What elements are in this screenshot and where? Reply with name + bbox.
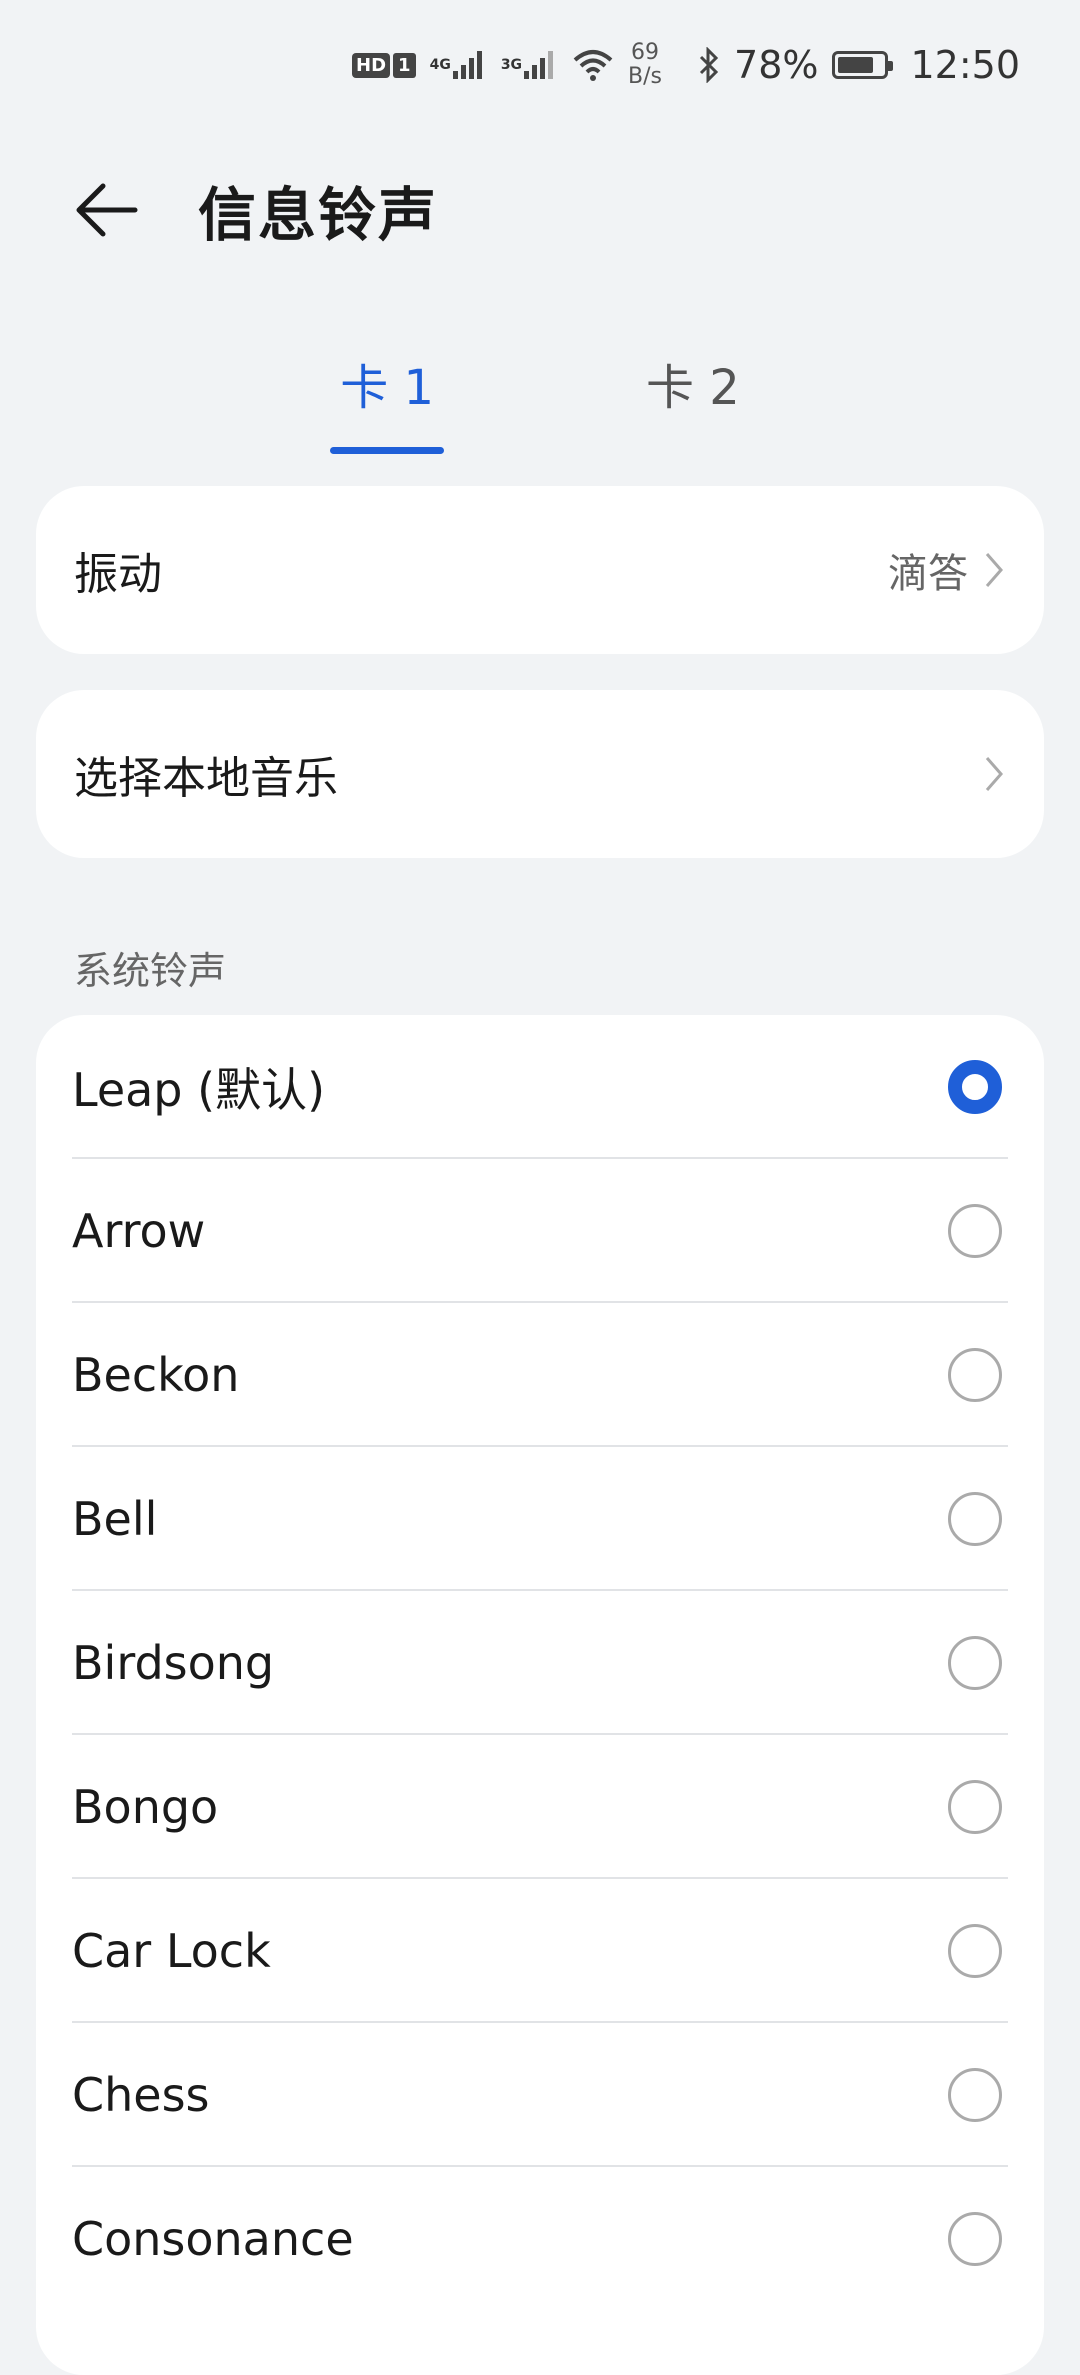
ringtone-item[interactable]: Car Lock: [72, 1879, 1008, 2023]
tab-sim2[interactable]: 卡 2: [640, 340, 746, 426]
vibration-value: 滴答: [888, 551, 968, 597]
ringtone-label: Car Lock: [72, 1924, 271, 1978]
ringtone-item[interactable]: Consonance: [72, 2167, 1008, 2311]
radio-button-selected[interactable]: [948, 1060, 1002, 1114]
tab-sim1[interactable]: 卡 1: [330, 340, 444, 454]
clock: 12:50: [910, 43, 1020, 87]
ringtone-label: Consonance: [72, 2212, 354, 2266]
ringtone-item[interactable]: Beckon: [72, 1303, 1008, 1447]
radio-button[interactable]: [948, 1636, 1002, 1690]
wifi-icon: [572, 48, 614, 82]
ringtone-item[interactable]: Arrow: [72, 1159, 1008, 1303]
chevron-right-icon: [985, 757, 1003, 791]
ringtone-label: Beckon: [72, 1348, 240, 1402]
speed-value: 69: [631, 40, 660, 65]
radio-button[interactable]: [948, 2212, 1002, 2266]
ringtone-item[interactable]: Leap (默认): [72, 1015, 1008, 1159]
network-speed: 69 B/s: [628, 41, 662, 89]
network-type-2: 3G: [500, 57, 523, 73]
local-music-row[interactable]: 选择本地音乐: [36, 690, 1044, 858]
hd-badge: HD: [352, 52, 391, 78]
ringtone-label: Bell: [72, 1492, 158, 1546]
speed-unit: B/s: [628, 64, 663, 89]
radio-button[interactable]: [948, 1204, 1002, 1258]
back-button[interactable]: [72, 175, 142, 245]
ringtone-item[interactable]: Birdsong: [72, 1591, 1008, 1735]
bluetooth-icon: [698, 47, 720, 83]
ringtone-label: Birdsong: [72, 1636, 275, 1690]
vibration-card: 振动 滴答: [36, 486, 1044, 654]
radio-button[interactable]: [948, 1924, 1002, 1978]
ringtone-label: Leap (默认): [72, 1063, 326, 1117]
vibration-row[interactable]: 振动 滴答: [36, 486, 1044, 654]
ringtone-label: Arrow: [72, 1204, 206, 1258]
ringtone-label: Chess: [72, 2068, 210, 2122]
ringtone-label: Bongo: [72, 1780, 219, 1834]
ringtone-item[interactable]: Chess: [72, 2023, 1008, 2167]
page-title: 信息铃声: [198, 181, 439, 249]
chevron-right-icon: [985, 553, 1003, 587]
sim-badge: 1: [393, 52, 416, 78]
back-arrow-icon: [76, 183, 138, 237]
local-music-card: 选择本地音乐: [36, 690, 1044, 858]
local-music-label: 选择本地音乐: [74, 753, 338, 804]
radio-button[interactable]: [948, 1348, 1002, 1402]
ringtone-list: Leap (默认) Arrow Beckon Bell Birdsong Bon…: [36, 1015, 1044, 2375]
radio-button[interactable]: [948, 2068, 1002, 2122]
battery-percent: 78%: [734, 43, 819, 87]
sim-tabs: 卡 1 卡 2: [0, 340, 1080, 454]
system-ringtones-title: 系统铃声: [74, 949, 227, 993]
signal-icon-sim2: 3G: [501, 49, 558, 81]
radio-button[interactable]: [948, 1492, 1002, 1546]
status-bar: HD 1 4G 3G 69 B/s 78% 12:50: [0, 0, 1080, 130]
battery-fill: [838, 57, 873, 73]
vibration-label: 振动: [74, 549, 162, 600]
battery-icon: [832, 51, 894, 79]
signal-icon-sim1: 4G: [430, 49, 487, 81]
ringtone-item[interactable]: Bell: [72, 1447, 1008, 1591]
ringtone-item[interactable]: Bongo: [72, 1735, 1008, 1879]
hd-indicator: HD 1: [352, 52, 416, 78]
network-type-1: 4G: [429, 57, 451, 73]
app-header: 信息铃声: [72, 170, 1020, 250]
radio-button[interactable]: [948, 1780, 1002, 1834]
